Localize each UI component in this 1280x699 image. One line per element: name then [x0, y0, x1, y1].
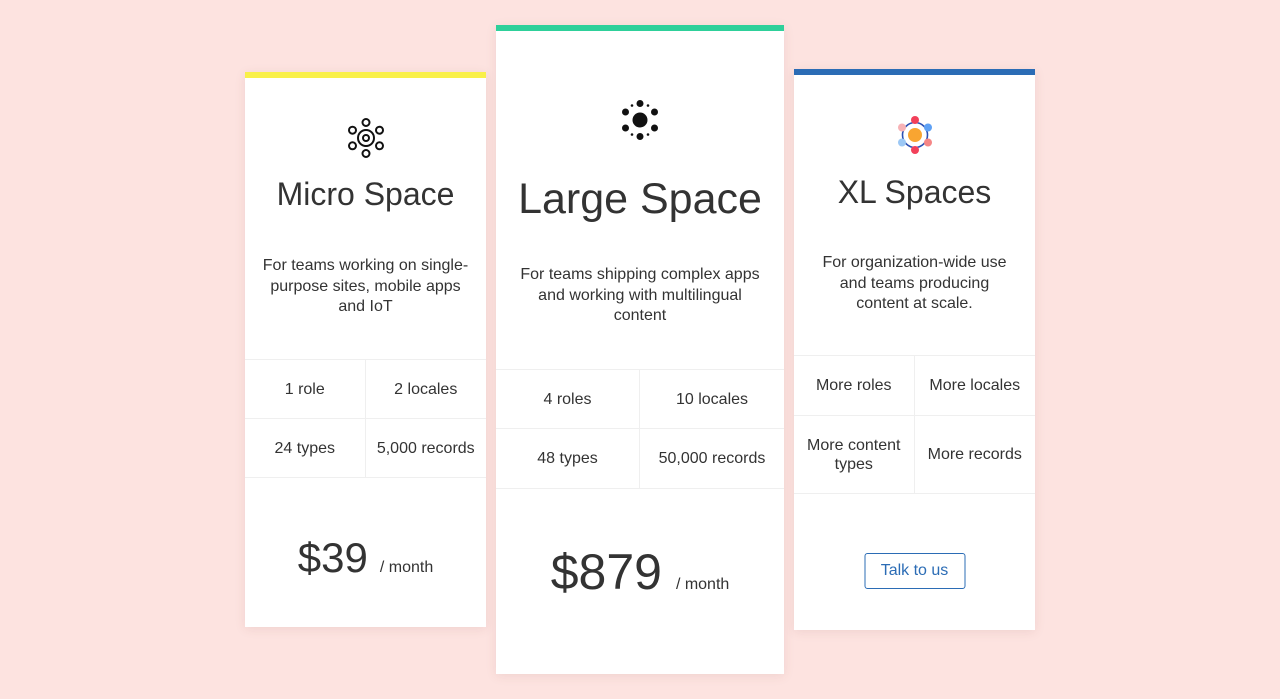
molecule-color-icon — [897, 116, 932, 154]
feature-roles: 4 roles — [496, 370, 640, 429]
plan-accent-bar — [496, 25, 784, 31]
price-period: / month — [379, 559, 434, 576]
plan-card-micro: Micro Space For teams working on single-… — [245, 72, 486, 627]
plan-description: For teams working on single-purpose site… — [262, 257, 469, 315]
price-amount: $39 — [297, 534, 368, 581]
feature-records: 50,000 records — [640, 429, 784, 489]
feature-locales: 2 locales — [365, 360, 486, 419]
plan-title: Large Space — [518, 175, 762, 223]
molecule-outline-icon — [347, 118, 384, 158]
plan-description: For organization-wide use and teams prod… — [822, 254, 1007, 312]
plan-description: For teams shipping complex apps and work… — [520, 266, 760, 324]
feature-records: 5,000 records — [365, 419, 486, 478]
price-amount: $879 — [550, 544, 662, 600]
talk-to-us-button[interactable]: Talk to us — [864, 553, 965, 589]
pricing-page: { "colors": { "background": "#fde3e0", "… — [0, 0, 1280, 699]
plan-card-xl: XL Spaces For organization-wide use and … — [794, 69, 1035, 630]
molecule-filled-icon — [622, 100, 658, 140]
plan-title: Micro Space — [276, 176, 455, 212]
plan-features: More roles More locales More content typ… — [794, 355, 1035, 494]
plan-features: 1 role 2 locales 24 types 5,000 records — [245, 359, 486, 478]
feature-types: 48 types — [496, 429, 640, 489]
feature-locales: 10 locales — [640, 370, 784, 429]
plan-accent-bar — [245, 72, 486, 78]
plan-features: 4 roles 10 locales 48 types 50,000 recor… — [496, 369, 784, 489]
price-period: / month — [675, 576, 730, 593]
feature-types: More content types — [794, 416, 915, 494]
plan-title: XL Spaces — [837, 174, 992, 210]
feature-records: More records — [914, 416, 1035, 494]
plan-card-large: Large Space For teams shipping complex a… — [496, 25, 784, 674]
plan-price: $879 / month — [496, 543, 784, 601]
feature-types: 24 types — [245, 419, 366, 478]
plan-price: $39 / month — [245, 534, 486, 582]
feature-roles: More roles — [794, 356, 915, 416]
plan-accent-bar — [794, 69, 1035, 75]
feature-locales: More locales — [914, 356, 1035, 416]
feature-roles: 1 role — [245, 360, 366, 419]
